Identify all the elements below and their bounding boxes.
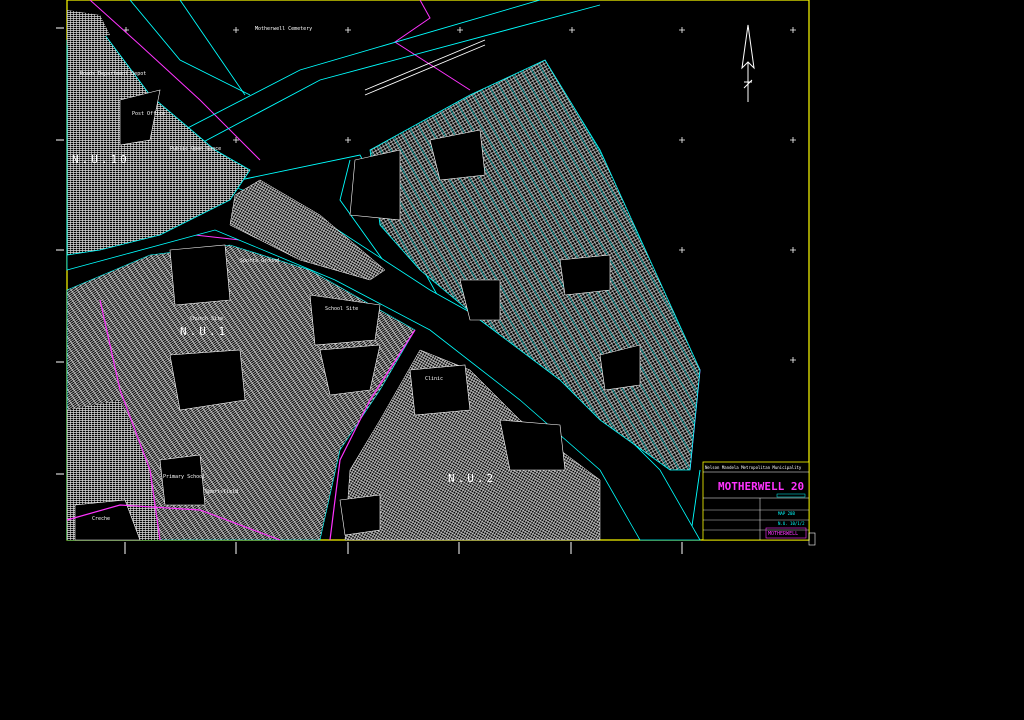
north-arrow-icon	[741, 24, 755, 102]
cadastral-map[interactable]: Motherwell Cemetery Roads Department Dep…	[0, 0, 1024, 720]
label-sports-ground: Sports Ground	[240, 258, 279, 264]
title-block-corner	[808, 532, 816, 546]
title-block-row-1: MAP 20B	[778, 511, 795, 516]
title-block-header: Nelson Mandela Metropolitan Municipality	[705, 465, 802, 470]
label-open-space: Public Open Space	[170, 146, 221, 152]
title-block: Nelson Mandela Metropolitan Municipality…	[702, 461, 810, 541]
label-school: School Site	[325, 306, 358, 312]
block-label-nu1: N.U.1	[180, 325, 228, 338]
label-creche: Creche	[92, 516, 110, 522]
block-label-nu10: N.U.10	[72, 153, 130, 166]
label-clinic: Clinic	[425, 376, 443, 382]
label-post-office: Post Office	[132, 111, 165, 117]
label-depot: Roads Department Depot	[80, 71, 146, 77]
title-block-stamp: MOTHERWELL	[768, 531, 798, 537]
label-church: Church Site	[190, 316, 223, 322]
block-label-nu2: N.U.2	[448, 472, 496, 485]
title-block-row-2: N.U. 10/1/2	[778, 521, 805, 526]
map-title: MOTHERWELL 20	[718, 480, 804, 493]
label-cemetery: Motherwell Cemetery	[255, 26, 312, 32]
label-sportsfield: Sportsfield	[205, 489, 238, 495]
railway	[364, 39, 486, 96]
label-primary-school: Primary School	[163, 474, 205, 480]
